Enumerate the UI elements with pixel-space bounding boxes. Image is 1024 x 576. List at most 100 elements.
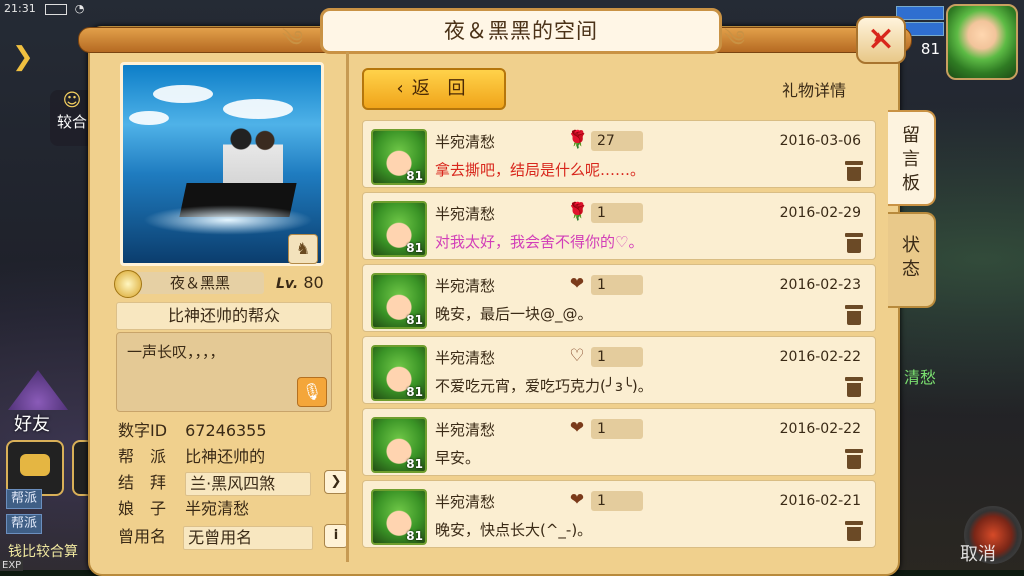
message-text: 早安。 bbox=[435, 449, 481, 467]
tab-message-board[interactable]: 留言板 bbox=[888, 110, 936, 206]
heart-back-icon[interactable]: ❯ bbox=[12, 42, 46, 72]
sender-avatar[interactable]: 81 bbox=[371, 345, 427, 401]
message-date: 2016-03-06 bbox=[779, 133, 861, 149]
info-row-alias: 曾用名 无曾用名 i bbox=[118, 524, 348, 550]
trash-icon[interactable] bbox=[845, 521, 863, 541]
chevron-left-icon: ‹ bbox=[396, 78, 404, 99]
sender-name[interactable]: 半宛清愁 bbox=[435, 491, 495, 512]
message-text: 晚安，快点长大(^_-)。 bbox=[435, 521, 593, 539]
sender-avatar[interactable]: 81 bbox=[371, 489, 427, 545]
sender-name[interactable]: 半宛清愁 bbox=[435, 419, 495, 440]
sender-level: 81 bbox=[406, 385, 423, 399]
sender-name[interactable]: 半宛清愁 bbox=[435, 275, 495, 296]
level-prefix: Lv. bbox=[276, 276, 299, 292]
info-row-sworn: 结 拜 兰·黑风四煞 ❯ bbox=[118, 470, 348, 496]
tab-status[interactable]: 状态 bbox=[888, 212, 936, 308]
rose-icon: 🌹 bbox=[567, 130, 589, 150]
message-row: 81 半宛清愁 ❤ 1 2016-02-22 早安。 bbox=[362, 408, 876, 476]
info-key: 曾用名 bbox=[118, 527, 167, 546]
level-value: 80 bbox=[303, 273, 324, 292]
cloud-ornament-icon: ༄ bbox=[724, 27, 746, 52]
info-row-id: 数字ID 67246355 bbox=[118, 418, 267, 444]
guild-title: 比神还帅的帮众 bbox=[116, 302, 332, 330]
gang-tag: 帮派 bbox=[6, 514, 43, 534]
info-key: 帮 派 bbox=[118, 447, 167, 466]
info-value: 67246355 bbox=[185, 421, 267, 440]
sender-name[interactable]: 半宛清愁 bbox=[435, 131, 495, 152]
dialog-title: 夜＆黑黑的空间 bbox=[320, 8, 722, 54]
info-row-guild: 帮 派 比神还帅的 bbox=[118, 444, 265, 470]
gift-count: 1 bbox=[591, 275, 643, 295]
chat-button[interactable] bbox=[6, 440, 64, 496]
trash-icon[interactable] bbox=[845, 377, 863, 397]
info-key: 数字ID bbox=[118, 421, 168, 440]
message-text: 拿去撕吧，结局是什么呢……。 bbox=[435, 161, 646, 179]
message-text: 晚安，最后一块@_@。 bbox=[435, 305, 593, 323]
message-row: 81 半宛清愁 🌹 27 2016-03-06 拿去撕吧，结局是什么呢……。 bbox=[362, 120, 876, 188]
water-splash bbox=[143, 205, 313, 235]
message-date: 2016-02-21 bbox=[779, 493, 861, 509]
wizard-hat-icon bbox=[8, 370, 68, 410]
friends-button[interactable]: 好友 bbox=[2, 370, 72, 440]
player-level: 81 bbox=[920, 40, 940, 58]
sender-avatar[interactable]: 81 bbox=[371, 417, 427, 473]
player-level-label: Lv. 80 bbox=[276, 272, 324, 295]
sender-name[interactable]: 半宛清愁 bbox=[435, 203, 495, 224]
tab-label: 状态 bbox=[902, 235, 920, 280]
trash-icon[interactable] bbox=[845, 161, 863, 181]
trash-icon[interactable] bbox=[845, 305, 863, 325]
profile-card: ♞ 夜＆黑黑 Lv. 80 比神还帅的帮众 一声长叹，，，， 🎙 数字ID 67… bbox=[104, 56, 348, 558]
sworn-name-field: 兰·黑风四煞 bbox=[185, 471, 312, 496]
signature-box[interactable]: 一声长叹，，，， 🎙 bbox=[116, 332, 332, 412]
microphone-icon: 🎙 bbox=[301, 382, 323, 401]
sender-avatar[interactable]: 81 bbox=[371, 273, 427, 329]
message-date: 2016-02-22 bbox=[779, 349, 861, 365]
rose-icon: 🌹 bbox=[567, 202, 589, 222]
chocolate-heart-icon: ❤ bbox=[569, 490, 585, 510]
hp-bar bbox=[896, 6, 944, 20]
medal-icon bbox=[114, 270, 142, 298]
trash-icon[interactable] bbox=[845, 449, 863, 469]
sworn-arrow-button[interactable]: ❯ bbox=[324, 470, 348, 494]
name-row: 夜＆黑黑 Lv. 80 bbox=[114, 270, 340, 298]
wifi-icon: ◔ bbox=[74, 2, 85, 15]
sender-avatar[interactable]: 81 bbox=[371, 201, 427, 257]
message-board-list: 81 半宛清愁 🌹 27 2016-03-06 拿去撕吧，结局是什么呢……。 81 半宛清愁 🌹… bbox=[362, 120, 876, 560]
cloud-shape bbox=[223, 99, 293, 119]
close-button[interactable]: ▲ ✕ bbox=[856, 16, 906, 64]
microphone-button[interactable]: 🎙 bbox=[297, 377, 327, 407]
sender-level: 81 bbox=[406, 529, 423, 543]
notify-dot-icon: ▲ bbox=[874, 29, 884, 43]
chocolate-heart-icon: ❤ bbox=[569, 274, 585, 294]
player-avatar[interactable] bbox=[946, 4, 1018, 80]
cloud-shape bbox=[153, 85, 213, 103]
alias-field: 无曾用名 bbox=[183, 525, 314, 550]
sender-level: 81 bbox=[406, 241, 423, 255]
info-button[interactable]: i bbox=[324, 524, 348, 548]
friends-label: 好友 bbox=[14, 414, 50, 435]
trash-icon[interactable] bbox=[845, 233, 863, 253]
message-text: 不爱吃元宵，爱吃巧克力(╯з╰)。 bbox=[435, 377, 653, 395]
panel-divider bbox=[346, 52, 349, 562]
message-text: 对我太好，我会舍不得你的♡。 bbox=[435, 233, 644, 251]
cat-badge-icon[interactable]: ♞ bbox=[288, 234, 318, 264]
message-row: 81 半宛清愁 🌹 1 2016-02-29 对我太好，我会舍不得你的♡。 bbox=[362, 192, 876, 260]
gift-count: 1 bbox=[591, 347, 643, 367]
chat-line: 钱比较合算 bbox=[8, 544, 78, 560]
system-status-bar: 21:31 ◔ bbox=[0, 0, 124, 18]
gift-detail-link[interactable]: 礼物详情 bbox=[782, 77, 846, 101]
player-name: 夜＆黑黑 bbox=[136, 272, 264, 294]
chat-bubble-icon bbox=[20, 454, 50, 476]
message-date: 2016-02-23 bbox=[779, 277, 861, 293]
cloud-ornament-icon: ༄ bbox=[282, 27, 304, 52]
chocolate-heart-icon: ❤ bbox=[569, 418, 585, 438]
sender-name[interactable]: 半宛清愁 bbox=[435, 347, 495, 368]
cancel-label[interactable]: 取消 bbox=[960, 540, 996, 566]
back-label: 返 回 bbox=[411, 78, 472, 99]
message-date: 2016-02-29 bbox=[779, 205, 861, 221]
gift-count: 27 bbox=[591, 131, 643, 151]
back-button[interactable]: ‹ 返 回 bbox=[362, 68, 506, 110]
sender-avatar[interactable]: 81 bbox=[371, 129, 427, 185]
info-key: 结 拜 bbox=[118, 473, 167, 492]
signature-text: 一声长叹，，，， bbox=[127, 343, 225, 361]
